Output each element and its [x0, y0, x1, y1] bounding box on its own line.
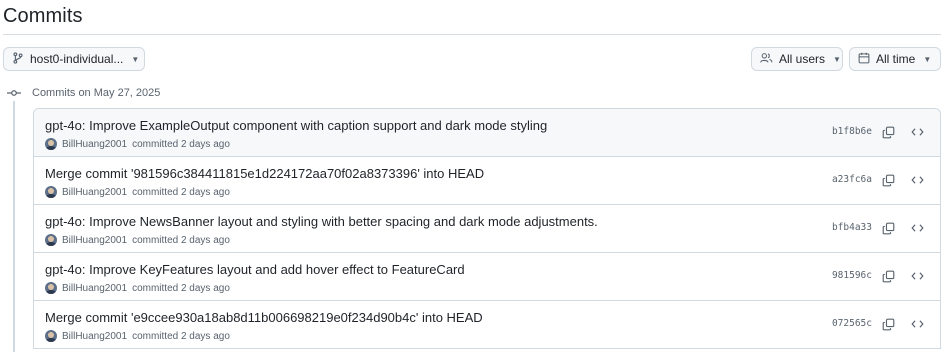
copy-icon — [882, 126, 894, 138]
commit-meta: BillHuang2001 committed 2 days ago — [45, 186, 230, 198]
commit-title-link[interactable]: Merge commit 'e9ccee930a18ab8d11b0066982… — [45, 310, 483, 325]
code-icon — [910, 224, 924, 232]
commit-author-link[interactable]: BillHuang2001 — [62, 331, 127, 342]
chevron-down-icon: ▼ — [833, 54, 841, 64]
commit-sha-link[interactable]: b1f8b6e — [832, 126, 872, 137]
commit-sha-link[interactable]: 072565c — [832, 318, 872, 329]
commit-meta: BillHuang2001 committed 2 days ago — [45, 330, 230, 342]
table-row: gpt-4o: Improve KeyFeatures layout and a… — [34, 253, 940, 301]
time-filter-label: All time — [876, 52, 916, 66]
copy-sha-button[interactable] — [880, 316, 896, 332]
commit-sha-link[interactable]: bfb4a33 — [832, 222, 872, 233]
avatar[interactable] — [45, 282, 57, 294]
branch-select-button[interactable]: host0-individual... ▼ — [3, 47, 145, 71]
users-filter-label: All users — [779, 52, 826, 66]
commit-time: committed 2 days ago — [132, 234, 230, 246]
copy-icon — [882, 222, 894, 234]
table-row: Merge commit '981596c384411815e1d224172a… — [34, 157, 940, 205]
people-icon — [760, 52, 773, 67]
avatar[interactable] — [45, 186, 57, 198]
users-filter-button[interactable]: All users ▼ — [751, 47, 843, 71]
copy-sha-button[interactable] — [880, 268, 896, 284]
commit-title-link[interactable]: gpt-4o: Improve ExampleOutput component … — [45, 118, 547, 133]
commit-list: gpt-4o: Improve ExampleOutput component … — [33, 108, 941, 349]
time-filter-button[interactable]: All time ▼ — [849, 47, 941, 71]
copy-sha-button[interactable] — [880, 172, 896, 188]
commit-group-date: Commits on May 27, 2025 — [32, 87, 161, 99]
commit-author-link[interactable]: BillHuang2001 — [62, 235, 127, 246]
commits-page: Commits host0-individual... ▼ All users … — [0, 0, 945, 352]
copy-sha-button[interactable] — [880, 220, 896, 236]
copy-icon — [882, 270, 894, 282]
commit-meta: BillHuang2001 committed 2 days ago — [45, 138, 230, 150]
table-row: gpt-4o: Improve NewsBanner layout and st… — [34, 205, 940, 253]
commit-title-link[interactable]: Merge commit '981596c384411815e1d224172a… — [45, 166, 484, 181]
table-row: Merge commit 'e9ccee930a18ab8d11b0066982… — [34, 301, 940, 349]
browse-repo-button[interactable] — [909, 316, 925, 332]
timeline-line — [13, 98, 15, 352]
branch-select-label: host0-individual... — [30, 52, 124, 66]
copy-icon — [882, 174, 894, 186]
commit-author-link[interactable]: BillHuang2001 — [62, 139, 127, 150]
commit-time: committed 2 days ago — [132, 186, 230, 198]
code-icon — [910, 320, 924, 328]
git-branch-icon — [12, 51, 24, 67]
copy-icon — [882, 318, 894, 330]
code-icon — [910, 272, 924, 280]
code-icon — [910, 128, 924, 136]
commit-time: committed 2 days ago — [132, 330, 230, 342]
commit-meta: BillHuang2001 committed 2 days ago — [45, 234, 230, 246]
commit-meta: BillHuang2001 committed 2 days ago — [45, 282, 230, 294]
avatar[interactable] — [45, 138, 57, 150]
browse-repo-button[interactable] — [909, 220, 925, 236]
commit-title-link[interactable]: gpt-4o: Improve NewsBanner layout and st… — [45, 214, 598, 229]
title-divider — [3, 34, 941, 35]
commit-time: committed 2 days ago — [132, 138, 230, 150]
copy-sha-button[interactable] — [880, 124, 896, 140]
commit-time: committed 2 days ago — [132, 282, 230, 294]
page-title: Commits — [3, 5, 83, 27]
commit-author-link[interactable]: BillHuang2001 — [62, 283, 127, 294]
commit-sha-link[interactable]: a23fc6a — [832, 174, 872, 185]
avatar[interactable] — [45, 330, 57, 342]
commit-author-link[interactable]: BillHuang2001 — [62, 187, 127, 198]
code-icon — [910, 176, 924, 184]
commit-group-header: Commits on May 27, 2025 — [6, 85, 160, 101]
calendar-icon — [858, 52, 870, 67]
browse-repo-button[interactable] — [909, 124, 925, 140]
commit-sha-link[interactable]: 981596c — [832, 270, 872, 281]
browse-repo-button[interactable] — [909, 268, 925, 284]
table-row: gpt-4o: Improve ExampleOutput component … — [34, 109, 940, 157]
chevron-down-icon: ▼ — [131, 54, 140, 64]
git-commit-icon — [6, 85, 22, 101]
browse-repo-button[interactable] — [909, 172, 925, 188]
commit-title-link[interactable]: gpt-4o: Improve KeyFeatures layout and a… — [45, 262, 465, 277]
avatar[interactable] — [45, 234, 57, 246]
chevron-down-icon: ▼ — [923, 54, 932, 64]
